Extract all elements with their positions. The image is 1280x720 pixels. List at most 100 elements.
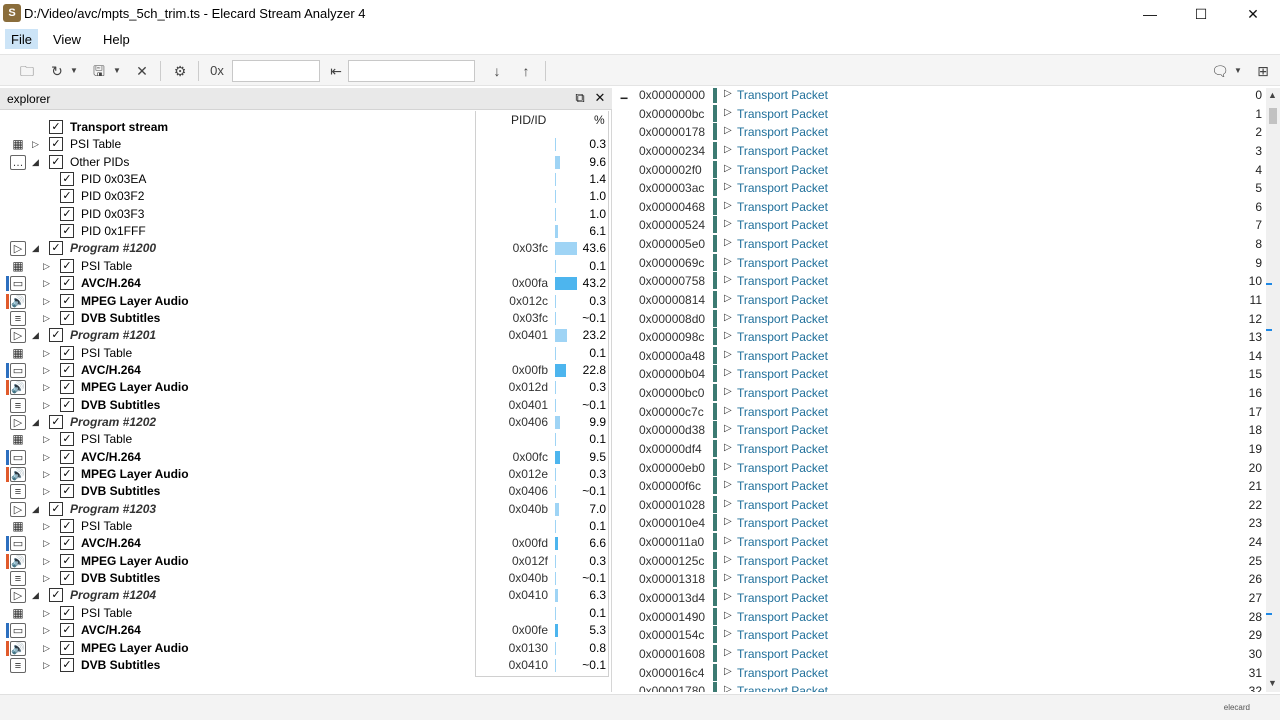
collapse-triangle-icon[interactable]: ◢ xyxy=(32,588,42,603)
visibility-checkbox[interactable]: ✓ xyxy=(60,293,74,308)
packet-row[interactable]: 0x00000814 ▷ Transport Packet 11 xyxy=(616,290,1266,310)
packet-row[interactable]: 0x00000d38 ▷ Transport Packet 18 xyxy=(616,421,1266,440)
packet-row[interactable]: 0x00001490 ▷ Transport Packet 28 xyxy=(616,607,1266,627)
visibility-checkbox[interactable]: ✓ xyxy=(60,640,74,655)
expand-triangle-icon[interactable]: ▷ xyxy=(43,259,53,274)
explorer-row[interactable]: ▦ ▷ ✓ PSI Table 0.1 xyxy=(0,345,612,362)
packet-row[interactable]: 0x00000f6c ▷ Transport Packet 21 xyxy=(616,477,1266,496)
search-up-arrow-icon[interactable]: ↑ xyxy=(516,61,536,81)
scroll-down-icon[interactable]: ▼ xyxy=(1268,678,1277,688)
comment-dropdown-icon[interactable]: ▼ xyxy=(1233,61,1243,81)
close-button[interactable]: ✕ xyxy=(1230,0,1276,28)
packet-row[interactable]: 0x000013d4 ▷ Transport Packet 27 xyxy=(616,589,1266,608)
expand-triangle-icon[interactable]: ▷ xyxy=(724,442,732,453)
expand-triangle-icon[interactable]: ▷ xyxy=(724,349,732,360)
expand-triangle-icon[interactable]: ▷ xyxy=(724,554,732,565)
visibility-checkbox[interactable]: ✓ xyxy=(60,258,74,273)
packet-row[interactable]: 0x00000b04 ▷ Transport Packet 15 xyxy=(616,365,1266,384)
expand-triangle-icon[interactable]: ▷ xyxy=(43,484,53,499)
visibility-checkbox[interactable]: ✓ xyxy=(60,657,74,672)
expand-triangle-icon[interactable]: ▷ xyxy=(724,107,732,118)
packet-row[interactable]: 0x00000468 ▷ Transport Packet 6 xyxy=(616,197,1266,217)
packet-row[interactable]: 0x0000154c ▷ Transport Packet 29 xyxy=(616,626,1266,645)
collapse-triangle-icon[interactable]: ◢ xyxy=(32,328,42,343)
expand-triangle-icon[interactable]: ▷ xyxy=(32,137,42,152)
visibility-checkbox[interactable]: ✓ xyxy=(60,310,74,325)
explorer-row[interactable]: ▷ ◢ ✓ Program #1204 0x0410 6.3 xyxy=(0,587,612,604)
visibility-checkbox[interactable]: ✓ xyxy=(60,467,74,481)
packet-row[interactable]: 0x0000098c ▷ Transport Packet 13 xyxy=(616,328,1266,347)
explorer-row[interactable]: ✓ PID 0x03EA 1.4 xyxy=(0,171,612,188)
visibility-checkbox[interactable]: ✓ xyxy=(60,189,74,204)
explorer-row[interactable]: 🔊 ▷ ✓ MPEG Layer Audio 0x012c 0.3 xyxy=(0,293,612,310)
close-file-icon[interactable]: ✕ xyxy=(131,61,153,81)
collapse-triangle-icon[interactable]: ◢ xyxy=(32,241,42,256)
visibility-checkbox[interactable]: ✓ xyxy=(49,120,63,134)
packet-row[interactable]: 0x000011a0 ▷ Transport Packet 24 xyxy=(616,533,1266,552)
expand-triangle-icon[interactable]: ▷ xyxy=(724,647,732,658)
explorer-row[interactable]: ≡ ▷ ✓ DVB Subtitles 0x0410 ~0.1 xyxy=(0,657,612,674)
packet-row[interactable]: 0x00000758 ▷ Transport Packet 10 xyxy=(616,272,1266,291)
packet-row[interactable]: 0x0000125c ▷ Transport Packet 25 xyxy=(616,551,1266,571)
menu-help[interactable]: Help xyxy=(103,32,130,47)
expand-triangle-icon[interactable]: ▷ xyxy=(43,380,53,395)
packet-row[interactable]: 0x000016c4 ▷ Transport Packet 31 xyxy=(616,663,1266,683)
expand-triangle-icon[interactable]: ▷ xyxy=(43,450,53,465)
expand-triangle-icon[interactable]: ▷ xyxy=(724,535,732,546)
packet-row[interactable]: 0x00001318 ▷ Transport Packet 26 xyxy=(616,570,1266,589)
explorer-row[interactable]: 🔊 ▷ ✓ MPEG Layer Audio 0x012d 0.3 xyxy=(0,379,612,396)
expand-triangle-icon[interactable]: ▷ xyxy=(724,163,732,174)
visibility-checkbox[interactable]: ✓ xyxy=(49,501,63,516)
visibility-checkbox[interactable]: ✓ xyxy=(60,553,74,568)
explorer-row[interactable]: … ◢ ✓ Other PIDs 9.6 xyxy=(0,154,612,171)
expand-triangle-icon[interactable]: ▷ xyxy=(724,256,732,267)
visibility-checkbox[interactable]: ✓ xyxy=(60,519,74,534)
refresh-dropdown-icon[interactable]: ▼ xyxy=(68,61,80,81)
explorer-row[interactable]: ▭ ▷ ✓ AVC/H.264 0x00fe 5.3 xyxy=(0,622,612,639)
expand-triangle-icon[interactable]: ▷ xyxy=(43,432,53,447)
expand-triangle-icon[interactable]: ▷ xyxy=(724,516,732,527)
packet-row[interactable]: 0x00000178 ▷ Transport Packet 2 xyxy=(616,123,1266,142)
maximize-button[interactable]: ☐ xyxy=(1178,0,1224,28)
explorer-row[interactable]: ▭ ▷ ✓ AVC/H.264 0x00fa 43.2 xyxy=(0,275,612,292)
expand-triangle-icon[interactable]: ▷ xyxy=(724,405,732,416)
collapse-triangle-icon[interactable]: ◢ xyxy=(32,155,42,170)
visibility-checkbox[interactable]: ✓ xyxy=(60,605,74,620)
expand-triangle-icon[interactable]: ▷ xyxy=(724,498,732,509)
packet-row[interactable]: 0x00000234 ▷ Transport Packet 3 xyxy=(616,141,1266,161)
explorer-row[interactable]: ▭ ▷ ✓ AVC/H.264 0x00fc 9.5 xyxy=(0,449,612,466)
expand-triangle-icon[interactable]: ▷ xyxy=(724,367,732,378)
expand-triangle-icon[interactable]: ▷ xyxy=(724,666,732,677)
scroll-thumb[interactable] xyxy=(1269,108,1277,124)
packet-row[interactable]: 0x00000bc0 ▷ Transport Packet 16 xyxy=(616,384,1266,403)
close-panel-icon[interactable]: ✕ xyxy=(592,90,608,106)
expand-triangle-icon[interactable]: ▷ xyxy=(43,536,53,551)
expand-triangle-icon[interactable]: ▷ xyxy=(724,181,732,192)
explorer-row[interactable]: ▭ ▷ ✓ AVC/H.264 0x00fb 22.8 xyxy=(0,362,612,379)
explorer-row[interactable]: ▦ ▷ ✓ PSI Table 0.1 xyxy=(0,258,612,275)
expand-triangle-icon[interactable]: ▷ xyxy=(724,591,732,602)
visibility-checkbox[interactable]: ✓ xyxy=(49,154,63,169)
expand-triangle-icon[interactable]: ▷ xyxy=(43,467,53,482)
explorer-row[interactable]: ▭ ▷ ✓ AVC/H.264 0x00fd 6.6 xyxy=(0,535,612,552)
explorer-row[interactable]: ▷ ◢ ✓ Program #1200 0x03fc 43.6 xyxy=(0,240,612,257)
open-folder-icon[interactable]: 🗀 xyxy=(16,61,38,81)
expand-triangle-icon[interactable]: ▷ xyxy=(43,554,53,569)
explorer-row[interactable]: ✓ PID 0x03F2 1.0 xyxy=(0,188,612,205)
menu-file[interactable]: File xyxy=(5,29,38,49)
explorer-row[interactable]: 🔊 ▷ ✓ MPEG Layer Audio 0x012f 0.3 xyxy=(0,553,612,570)
visibility-checkbox[interactable]: ✓ xyxy=(60,362,74,377)
explorer-row[interactable]: 🔊 ▷ ✓ MPEG Layer Audio 0x012e 0.3 xyxy=(0,466,612,483)
expand-triangle-icon[interactable]: ▷ xyxy=(724,572,732,583)
expand-triangle-icon[interactable]: ▷ xyxy=(724,274,732,285)
packet-scrollbar[interactable]: ▲ ▼ xyxy=(1266,88,1280,692)
packet-row[interactable]: 0x00000eb0 ▷ Transport Packet 20 xyxy=(616,458,1266,478)
packet-row[interactable]: 0x00001028 ▷ Transport Packet 22 xyxy=(616,495,1266,515)
expand-triangle-icon[interactable]: ▷ xyxy=(724,330,732,341)
expand-triangle-icon[interactable]: ▷ xyxy=(724,88,732,99)
packet-row[interactable]: 0x000000bc ▷ Transport Packet 1 xyxy=(616,104,1266,124)
visibility-checkbox[interactable]: ✓ xyxy=(60,397,74,412)
packet-row[interactable]: 0x000005e0 ▷ Transport Packet 8 xyxy=(616,235,1266,254)
visibility-checkbox[interactable]: ✓ xyxy=(60,432,74,447)
expand-triangle-icon[interactable]: ▷ xyxy=(724,293,732,304)
